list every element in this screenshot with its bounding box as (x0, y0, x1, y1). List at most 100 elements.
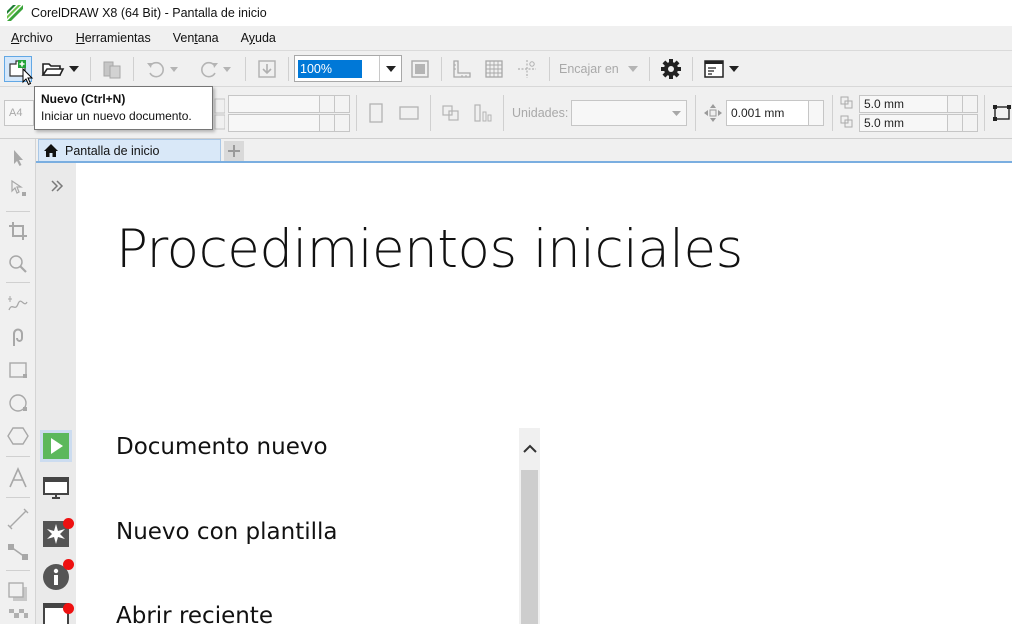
duplicate-y-icon-holder (838, 113, 858, 131)
tooltip-title: Nuevo (Ctrl+N) (41, 92, 126, 106)
all-pages-button (438, 99, 464, 127)
redo-icon (200, 61, 218, 78)
show-rulers-button (448, 56, 476, 82)
menu-archivo[interactable]: Archivo (0, 31, 64, 45)
menu-ventana[interactable]: Ventana (162, 31, 230, 45)
ellipse-icon (9, 394, 27, 412)
mouse-cursor-icon (22, 68, 34, 86)
welcome-nav-rail (36, 163, 76, 624)
pointer-arrow-icon (14, 150, 23, 166)
all-pages-icon (442, 105, 459, 121)
toolbox (0, 139, 36, 624)
chevron-down-icon (222, 66, 231, 72)
page-title: Procedimientos iniciales (116, 219, 743, 280)
title-bar: CorelDRAW X8 (64 Bit) - Pantalla de inic… (0, 0, 1012, 26)
transparency-tool (6, 609, 30, 624)
chevron-down-icon (69, 66, 79, 72)
new-from-template-link[interactable]: Nuevo con plantilla (116, 519, 337, 545)
chevron-down-icon (385, 65, 396, 72)
drop-shadow-tool (6, 580, 30, 604)
chevron-down-icon (729, 66, 739, 72)
gallery-notification-dot (63, 603, 74, 614)
snap-to-label: Encajar en (559, 62, 619, 76)
standard-toolbar: 100% Encajar en (0, 51, 1012, 87)
duplicate-y-spinner-2[interactable] (962, 114, 978, 132)
parallel-dimension-tool (6, 507, 30, 531)
new-tab-button[interactable] (224, 141, 244, 161)
menu-herramientas[interactable]: Herramientas (65, 31, 162, 45)
redo-button (192, 56, 236, 82)
ellipse-tool (6, 391, 30, 415)
zoom-dropdown-button[interactable] (379, 56, 401, 81)
pick-tool (6, 146, 30, 170)
whats-new-notification-dot (63, 518, 74, 529)
duplicate-x-spinner[interactable] (947, 95, 963, 113)
page-frame-icon (993, 105, 1011, 121)
chevron-down-icon (169, 66, 178, 72)
polygon-tool (6, 424, 30, 448)
import-button (253, 56, 281, 82)
page-height-field (228, 114, 320, 132)
open-recent-link[interactable]: Abrir reciente (116, 603, 273, 629)
crop-icon (9, 222, 27, 240)
nudge-spinner[interactable] (808, 100, 824, 126)
duplicate-x-spinner-2[interactable] (962, 95, 978, 113)
page-height-spinner (319, 114, 335, 132)
tooltip-description: Iniciar un nuevo documento. (41, 109, 192, 123)
scroll-thumb[interactable] (521, 470, 538, 624)
show-guidelines-button (513, 56, 541, 82)
gear-icon (661, 59, 681, 79)
duplicate-y-spinner[interactable] (947, 114, 963, 132)
brush-stroke-icon (13, 328, 23, 346)
duplicate-distance-y-field[interactable]: 5.0 mm (859, 114, 949, 132)
portrait-button (366, 99, 386, 127)
nav-workspace[interactable] (40, 473, 72, 505)
save-button (98, 56, 126, 82)
window-launcher-icon (704, 60, 724, 78)
crop-tool (6, 219, 30, 243)
application-launcher-button[interactable] (698, 56, 744, 82)
chevron-down-icon (628, 66, 638, 72)
document-tab-bar: Pantalla de inicio (36, 139, 1012, 163)
scroll-up-button[interactable] (519, 428, 540, 468)
chevron-up-icon (522, 444, 537, 453)
zoom-level-value[interactable]: 100% (298, 60, 362, 78)
undo-icon (146, 61, 164, 78)
new-document-tooltip: Nuevo (Ctrl+N) Iniciar un nuevo document… (34, 86, 213, 130)
tab-pantalla-de-inicio[interactable]: Pantalla de inicio (38, 139, 221, 161)
units-dropdown-arrow (668, 102, 684, 124)
menu-bar: Archivo Herramientas Ventana Ayuda (0, 26, 1012, 51)
duplicate-distance-x-field[interactable]: 5.0 mm (859, 95, 949, 113)
nudge-distance-field[interactable]: 0.001 mm (726, 100, 810, 126)
page-width-field (228, 95, 320, 113)
ruler-icon (453, 60, 471, 78)
open-folder-icon (41, 63, 65, 76)
chevron-down-icon (671, 110, 681, 116)
menu-ayuda[interactable]: Ayuda (230, 31, 287, 45)
current-page-icon (474, 104, 492, 122)
hexagon-icon (7, 427, 29, 445)
monitor-icon (43, 477, 69, 499)
save-icon (103, 61, 121, 79)
nav-getting-started[interactable] (40, 430, 72, 462)
units-label: Unidades: (512, 106, 569, 120)
text-a-icon (9, 467, 27, 488)
shape-node-icon (11, 179, 26, 196)
shape-tool (6, 176, 30, 200)
connector-tool (6, 540, 30, 564)
new-document-link[interactable]: Documento nuevo (116, 434, 328, 460)
grid-icon (485, 60, 503, 78)
options-button[interactable] (656, 56, 686, 82)
guidelines-icon (518, 60, 536, 78)
expand-nav-button[interactable] (50, 177, 64, 198)
welcome-content: Procedimientos iniciales Documento nuevo… (76, 163, 1012, 629)
zoom-level-combobox[interactable]: 100% (294, 55, 402, 82)
freehand-tool (6, 292, 30, 316)
open-document-button[interactable] (37, 56, 83, 82)
lock-ratio-icon (214, 98, 225, 129)
undo-button (140, 56, 182, 82)
page-height-spinner-2 (334, 114, 350, 132)
landscape-button (396, 99, 422, 127)
welcome-list-scrollbar[interactable] (519, 428, 540, 624)
show-grid-button (480, 56, 508, 82)
